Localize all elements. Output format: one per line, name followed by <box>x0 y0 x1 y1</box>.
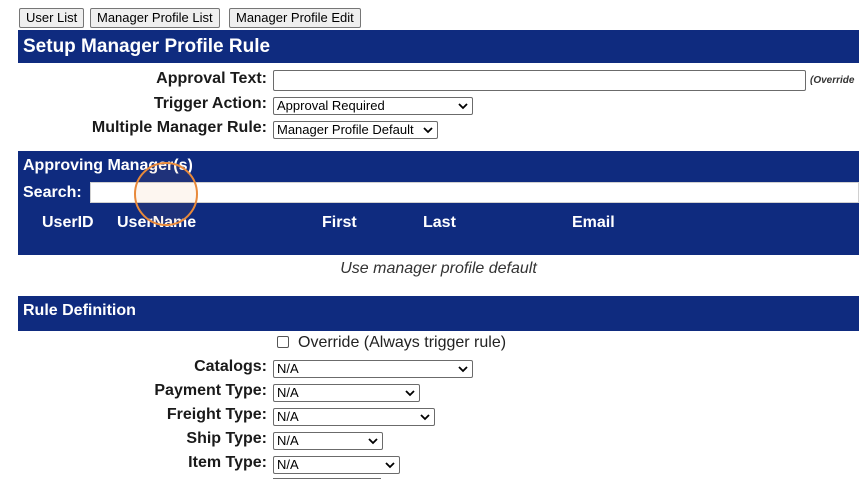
tab-manager-profile-list[interactable]: Manager Profile List <box>90 8 220 28</box>
trigger-action-label: Trigger Action: <box>153 95 267 112</box>
chevron-down-icon <box>423 127 433 134</box>
trigger-action-value: Approval Required <box>277 98 385 113</box>
ship-type-value: N/A <box>277 433 299 448</box>
payment-type-value: N/A <box>277 385 299 400</box>
tab-manager-profile-edit[interactable]: Manager Profile Edit <box>229 8 361 28</box>
catalogs-value: N/A <box>277 361 299 376</box>
ship-type-label: Ship Type: <box>186 430 267 447</box>
override-label: Override (Always trigger rule) <box>298 334 507 351</box>
column-header-last[interactable]: Last <box>423 214 456 232</box>
empty-message: Use manager profile default <box>340 260 537 277</box>
chevron-down-icon <box>385 462 395 469</box>
freight-type-select[interactable]: N/A <box>273 408 435 426</box>
freight-type-value: N/A <box>277 409 299 424</box>
rule-definition-title: Rule Definition <box>23 302 136 319</box>
chevron-down-icon <box>420 414 430 421</box>
chevron-down-icon <box>405 390 415 397</box>
trigger-action-select[interactable]: Approval Required <box>273 97 473 115</box>
page-title-bar: Setup Manager Profile Rule <box>18 30 859 63</box>
page-title: Setup Manager Profile Rule <box>23 36 271 57</box>
catalogs-select[interactable]: N/A <box>273 360 473 378</box>
next-select-edge <box>273 478 381 483</box>
chevron-down-icon <box>458 366 468 373</box>
item-type-select[interactable]: N/A <box>273 456 400 474</box>
override-checkbox[interactable] <box>277 336 289 348</box>
column-header-userid[interactable]: UserID <box>42 214 94 232</box>
column-header-email[interactable]: Email <box>572 214 615 232</box>
approving-managers-title: Approving Manager(s) <box>23 157 193 174</box>
payment-type-label: Payment Type: <box>154 382 267 399</box>
approving-managers-panel: Approving Manager(s) Search: <box>18 151 859 255</box>
multiple-manager-rule-label: Multiple Manager Rule: <box>91 119 267 136</box>
item-type-label: Item Type: <box>188 454 267 471</box>
rule-definition-bar: Rule Definition <box>18 296 859 331</box>
override-note: (Override <box>810 75 855 86</box>
chevron-down-icon <box>458 103 468 110</box>
column-header-username[interactable]: UserName <box>117 214 196 232</box>
item-type-value: N/A <box>277 457 299 472</box>
chevron-down-icon <box>368 438 378 445</box>
multiple-manager-rule-select[interactable]: Manager Profile Default <box>273 121 438 139</box>
search-label: Search: <box>23 184 82 201</box>
freight-type-label: Freight Type: <box>166 406 267 423</box>
multiple-manager-rule-value: Manager Profile Default <box>277 122 414 137</box>
ship-type-select[interactable]: N/A <box>273 432 383 450</box>
tab-user-list[interactable]: User List <box>19 8 85 28</box>
payment-type-select[interactable]: N/A <box>273 384 420 402</box>
approval-text-label: Approval Text: <box>156 70 267 87</box>
approval-text-input[interactable] <box>273 70 806 91</box>
column-header-first[interactable]: First <box>322 214 357 232</box>
catalogs-label: Catalogs: <box>194 358 267 375</box>
manager-search-input[interactable] <box>90 182 859 203</box>
